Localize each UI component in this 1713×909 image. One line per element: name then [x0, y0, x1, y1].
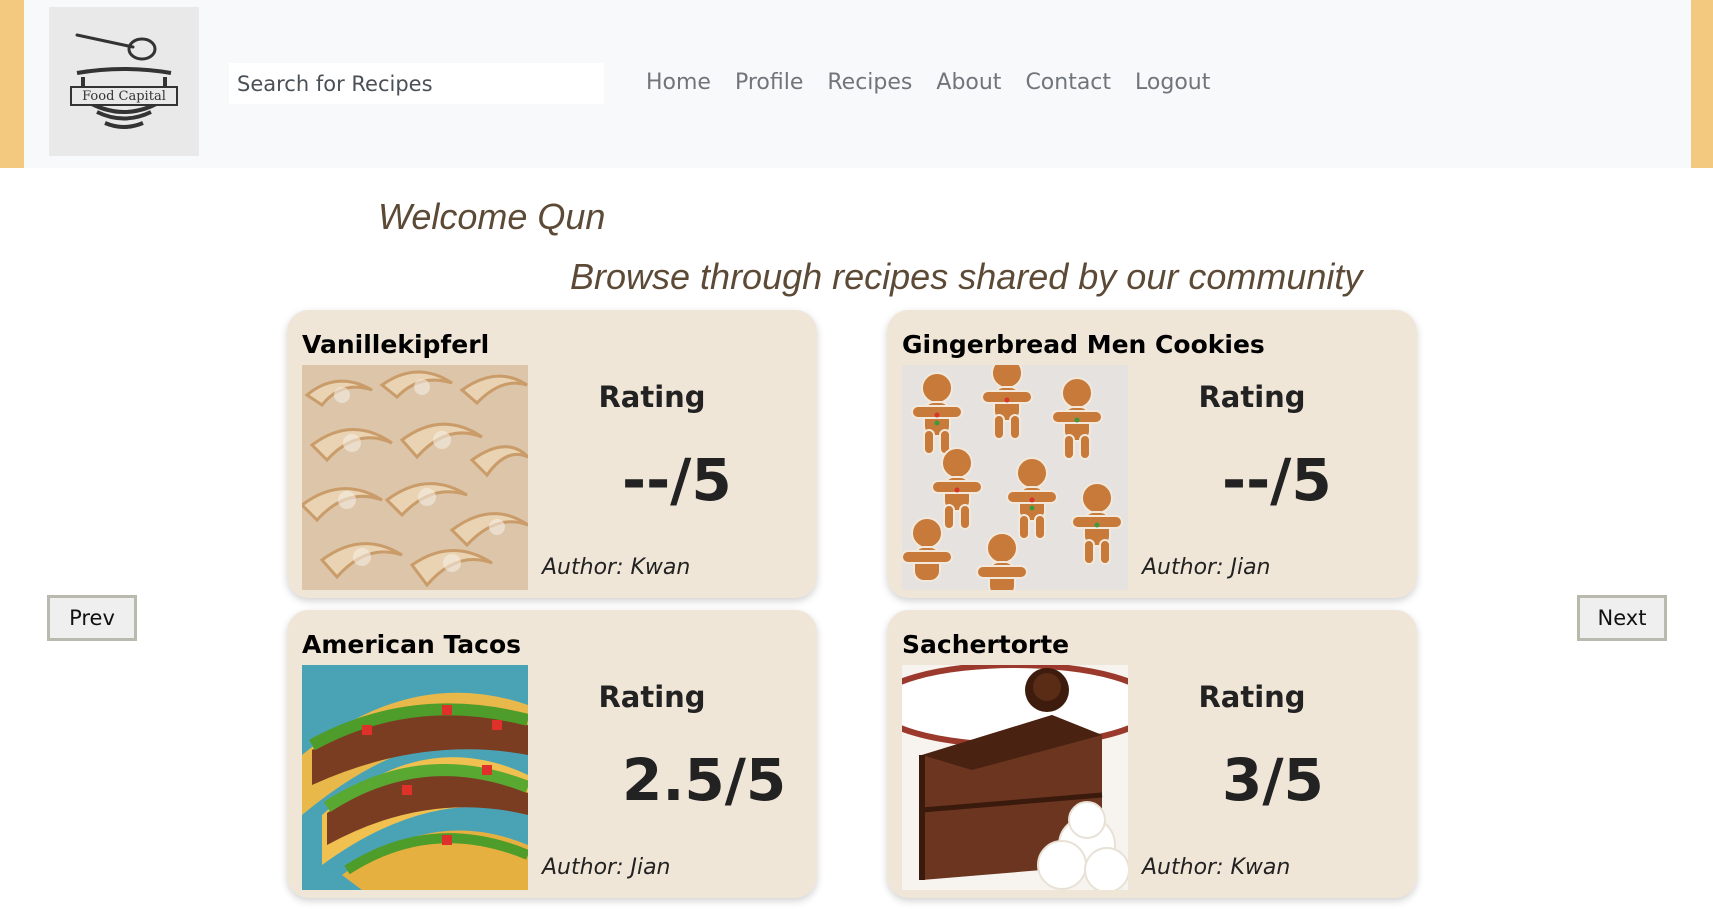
- navbar: Food Capital Home Profile Recipes About …: [0, 0, 1713, 168]
- recipe-author: Author: Jian: [542, 855, 671, 880]
- recipe-title[interactable]: Vanillekipferl: [302, 330, 489, 359]
- recipe-title[interactable]: American Tacos: [302, 630, 521, 659]
- rating-value: 3/5: [1222, 746, 1324, 814]
- nav-contact[interactable]: Contact: [1025, 67, 1111, 99]
- rating-label: Rating: [598, 680, 706, 714]
- rating-value: --/5: [1222, 446, 1332, 514]
- recipe-author: Author: Kwan: [1142, 855, 1291, 880]
- recipe-author: Author: Jian: [1142, 555, 1271, 580]
- nav-home[interactable]: Home: [646, 67, 711, 99]
- nav-profile[interactable]: Profile: [735, 67, 803, 99]
- recipe-card[interactable]: Gingerbread Men Cookies Rating --/5 Auth…: [887, 310, 1417, 598]
- nav-recipes[interactable]: Recipes: [827, 67, 912, 99]
- recipe-author: Author: Kwan: [542, 555, 691, 580]
- main-nav: Home Profile Recipes About Contact Logou…: [646, 67, 1234, 99]
- rating-label: Rating: [1198, 380, 1306, 414]
- recipe-card[interactable]: Sachertorte Rating 3/5 Author: Kwan: [887, 610, 1417, 898]
- nav-about[interactable]: About: [936, 67, 1001, 99]
- nav-logout[interactable]: Logout: [1135, 67, 1210, 99]
- welcome-heading: Welcome Qun: [378, 196, 606, 237]
- rating-label: Rating: [1198, 680, 1306, 714]
- recipe-image[interactable]: [302, 665, 528, 890]
- page-subtitle: Browse through recipes shared by our com…: [570, 256, 1363, 297]
- rating-value: 2.5/5: [622, 746, 787, 814]
- svg-text:Food Capital: Food Capital: [82, 89, 166, 104]
- next-button[interactable]: Next: [1577, 595, 1667, 641]
- recipe-title[interactable]: Gingerbread Men Cookies: [902, 330, 1265, 359]
- recipe-image[interactable]: [902, 365, 1128, 590]
- recipe-card[interactable]: American Tacos Rating 2.5/5 Author: Jian: [287, 610, 817, 898]
- recipe-card[interactable]: Vanillekipferl Rating --/5 Author: Kwan: [287, 310, 817, 598]
- prev-button[interactable]: Prev: [47, 595, 137, 641]
- search-input[interactable]: [229, 63, 604, 104]
- recipe-image[interactable]: [302, 365, 528, 590]
- recipe-image[interactable]: [902, 665, 1128, 890]
- rating-value: --/5: [622, 446, 732, 514]
- rating-label: Rating: [598, 380, 706, 414]
- recipe-title[interactable]: Sachertorte: [902, 630, 1069, 659]
- food-capital-logo[interactable]: Food Capital: [49, 7, 199, 156]
